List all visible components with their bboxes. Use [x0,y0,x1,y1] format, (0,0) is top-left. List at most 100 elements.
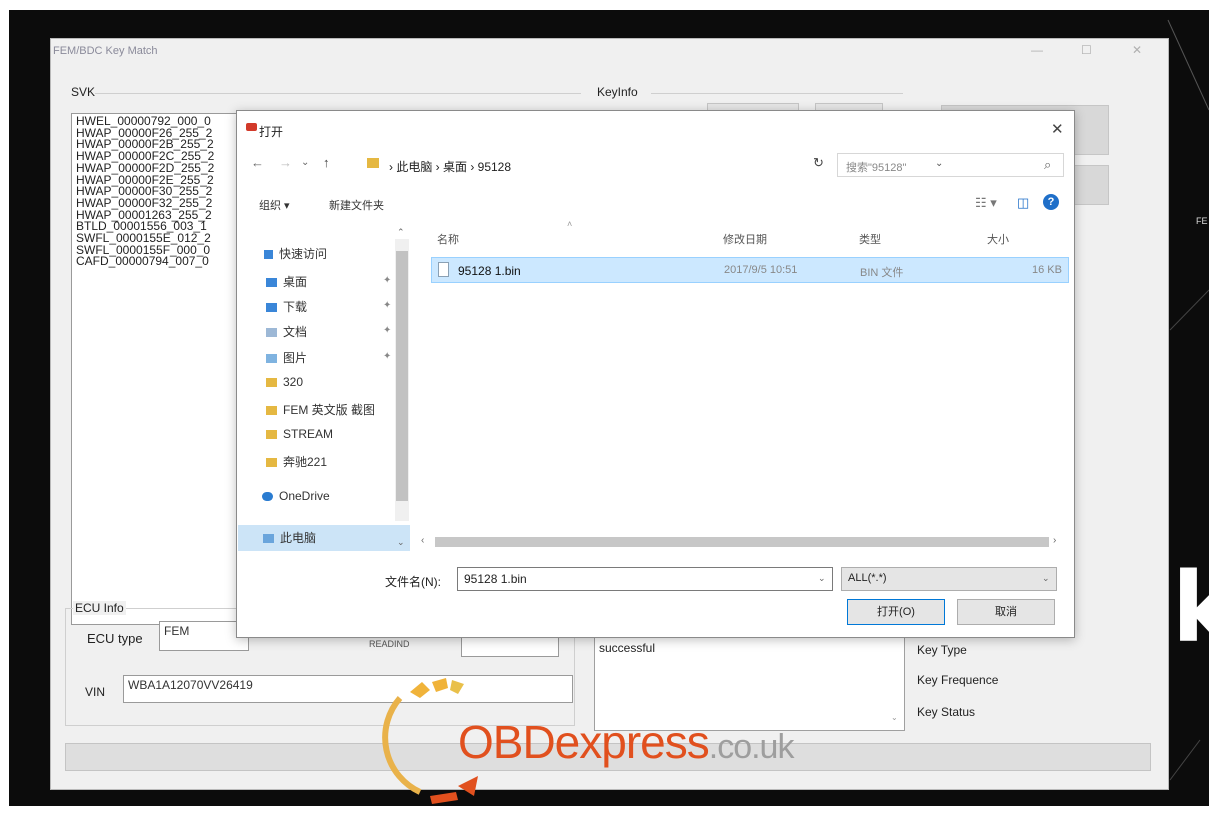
dialog-title: 打开 [259,125,284,139]
hscroll-thumb[interactable] [435,537,1049,547]
watermark-suffix: .co.uk [708,728,795,766]
filename-label: 文件名(N): [385,575,441,589]
window-title: FEM/BDC Key Match [53,45,158,57]
pin-icon[interactable]: ✦ [383,275,391,286]
background-side-letter: k [1172,552,1209,664]
file-row[interactable]: 95128 1.bin 2017/9/5 10:51 BIN 文件 16 KB [431,257,1069,283]
folder-icon [266,430,277,440]
ecu-info-label: ECU Info [73,601,126,615]
nav-item-label: 桌面 [283,275,308,289]
nav-item-label: STREAM [283,427,334,441]
nav-item-folder[interactable]: 320 [266,375,303,389]
nav-item-label: FEM 英文版 截图 [283,403,375,417]
column-header-date[interactable]: 修改日期 [723,231,767,247]
nav-item-label: 下载 [283,300,308,314]
ecu-partial-label: READIND [369,639,410,649]
back-arrow-icon[interactable]: ← [251,155,264,170]
folder-icon [266,378,277,388]
nav-item-onedrive[interactable]: OneDrive [262,489,330,503]
search-input[interactable]: 搜索"95128" ⌕ [837,153,1064,177]
nav-item-label: 文档 [283,325,308,339]
nav-item-label: 奔驰221 [283,455,328,469]
nav-item-downloads[interactable]: 下载 [266,298,307,315]
file-list-hscrollbar[interactable]: ‹ › [417,535,1067,549]
quick-access-label: 快速访问 [279,247,328,261]
scroll-up-icon[interactable]: ⌃ [397,227,405,238]
dialog-app-icon [246,123,257,131]
file-type: BIN 文件 [860,267,904,279]
search-placeholder: 搜索"95128" [846,162,907,174]
open-button[interactable]: 打开(O) [847,599,945,625]
key-frequence-label: Key Frequence [917,673,999,687]
column-header-size[interactable]: 大小 [987,231,1009,247]
filename-dropdown-icon[interactable]: ⌄ [818,573,826,584]
pin-icon[interactable]: ✦ [383,351,391,362]
desktop-icon [266,278,277,288]
vin-label: VIN [85,685,106,699]
pin-icon[interactable]: ✦ [383,300,391,311]
up-arrow-icon[interactable]: ↑ [323,155,330,170]
close-button[interactable]: ✕ [1132,43,1142,57]
file-type-select[interactable]: ALL(*.*) ⌄ [841,567,1057,591]
sort-indicator-icon: ˄ [567,219,573,229]
scroll-down-icon[interactable]: ⌄ [397,537,405,548]
maximize-button[interactable]: ☐ [1081,43,1092,57]
nav-item-folder[interactable]: STREAM [266,427,333,441]
vin-field[interactable]: WBA1A12070VV26419 [123,675,573,703]
minimize-button[interactable]: — [1031,43,1043,57]
keyinfo-group-border [651,93,903,94]
quick-access-item[interactable]: 快速访问 [264,245,327,262]
nav-item-label: 此电脑 [280,531,317,545]
result-scroll-down-icon[interactable]: ⌄ [891,713,898,722]
key-status-label: Key Status [917,705,976,719]
nav-item-pictures[interactable]: 图片 [266,349,307,366]
watermark-text: OBDexpress.co.uk [458,715,795,769]
filename-input[interactable]: 95128 1.bin ⌄ [457,567,833,591]
nav-item-this-pc[interactable]: 此电脑 [263,529,316,546]
nav-item-label: 320 [283,375,304,389]
refresh-icon[interactable]: ↻ [813,155,824,171]
folder-icon [367,158,379,168]
preview-pane-icon[interactable]: ◫ [1017,195,1029,211]
column-header-type[interactable]: 类型 [859,231,881,247]
navigation-pane: 快速访问 桌面 ✦ 下载 ✦ 文档 ✦ 图片 ✦ 320 FEM 英文版 截图 … [238,221,411,551]
forward-arrow-icon[interactable]: → [279,155,292,170]
file-icon [438,262,449,277]
nav-item-desktop[interactable]: 桌面 [266,273,307,290]
open-file-dialog: 打开 ✕ ← → ⌄ ↑ › 此电脑 › 桌面 › 95128 ⌄ ↻ 搜索"9… [236,110,1075,638]
breadcrumb[interactable]: › 此电脑 › 桌面 › 95128 [389,158,511,175]
new-folder-button[interactable]: 新建文件夹 [329,197,384,213]
filename-value: 95128 1.bin [464,572,527,586]
nav-item-folder[interactable]: FEM 英文版 截图 [266,401,375,418]
recent-dropdown-icon[interactable]: ⌄ [301,157,309,168]
nav-pane-scroll-thumb[interactable] [396,251,408,501]
computer-icon [263,534,274,544]
dialog-close-icon[interactable]: ✕ [1051,120,1064,138]
folder-icon [266,458,277,468]
pin-icon[interactable]: ✦ [383,325,391,336]
nav-item-documents[interactable]: 文档 [266,323,307,340]
nav-item-folder[interactable]: 奔驰221 [266,453,327,470]
folder-icon [266,406,277,416]
pictures-icon [266,354,277,364]
address-bar[interactable]: › 此电脑 › 桌面 › 95128 ⌄ [365,153,943,177]
scroll-left-icon[interactable]: ‹ [421,535,424,546]
star-icon [264,250,273,260]
keyinfo-label: KeyInfo [597,85,638,99]
help-icon[interactable]: ? [1043,194,1059,210]
file-type-dropdown-icon[interactable]: ⌄ [1042,573,1050,584]
file-name: 95128 1.bin [458,264,521,278]
cancel-button[interactable]: 取消 [957,599,1055,625]
ecu-type-label: ECU type [87,631,143,646]
key-type-label: Key Type [917,643,967,657]
view-options-icon[interactable]: ☷ ▾ [975,195,997,211]
file-size: 16 KB [1032,264,1062,276]
download-icon [266,303,277,313]
column-header-name[interactable]: 名称 [437,231,459,247]
scroll-right-icon[interactable]: › [1053,535,1056,546]
organize-button[interactable]: 组织 ▾ [259,197,290,213]
background-side-label: FE [1196,216,1208,226]
documents-icon [266,328,277,338]
svk-label: SVK [71,85,96,99]
nav-item-label: 图片 [283,351,308,365]
